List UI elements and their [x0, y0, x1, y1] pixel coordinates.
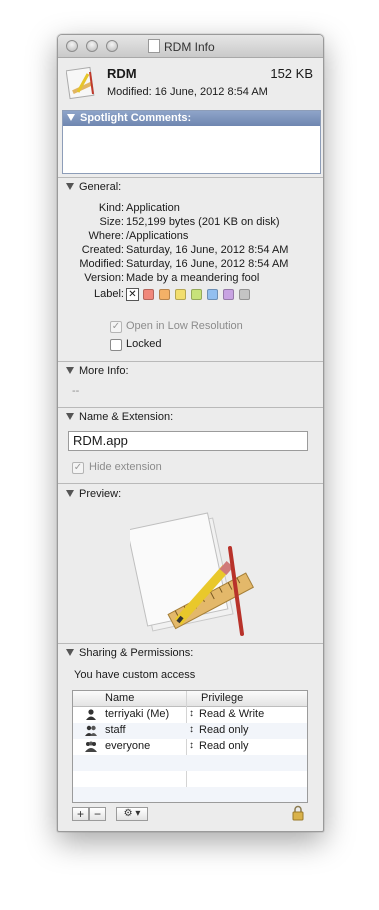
label-key: Label:	[94, 288, 124, 300]
info-window: RDM Info RDM 152 KB Modified: 16 June, 2…	[57, 34, 324, 832]
disclosure-triangle-icon[interactable]	[66, 183, 74, 190]
preview-app-icon	[130, 512, 254, 636]
spotlight-comments-section: Spotlight Comments:	[62, 110, 321, 174]
hide-extension-label: Hide extension	[89, 461, 162, 473]
permission-user-name: staff	[105, 724, 126, 736]
file-size: 152 KB	[270, 66, 313, 81]
window-title: RDM Info	[148, 39, 215, 54]
sharing-section-header[interactable]: Sharing & Permissions:	[66, 647, 193, 659]
locked-label: Locked	[126, 338, 162, 350]
disclosure-triangle-icon[interactable]	[66, 367, 74, 374]
permission-user-name: everyone	[105, 740, 151, 752]
minimize-button[interactable]	[86, 40, 98, 52]
everyone-icon	[85, 741, 97, 752]
more-info-section-header[interactable]: More Info:	[66, 365, 129, 377]
label-color-swatch[interactable]	[191, 289, 202, 300]
remove-button[interactable]: −	[89, 807, 106, 821]
general-row-key: Kind:	[98, 202, 124, 214]
access-status: You have custom access	[74, 669, 196, 681]
disclosure-triangle-icon[interactable]	[66, 490, 74, 497]
general-row: Kind: Application	[58, 202, 323, 215]
column-privilege-header[interactable]: Privilege	[201, 692, 243, 704]
general-row: Created: Saturday, 16 June, 2012 8:54 AM	[58, 244, 323, 257]
action-menu-button[interactable]: ⚙ ▾	[116, 807, 148, 821]
general-row-value: Made by a meandering fool	[126, 272, 260, 284]
label-color-swatch[interactable]	[223, 289, 234, 300]
general-row: Where:/Applications	[58, 230, 323, 243]
general-row-key: Version:	[84, 272, 124, 284]
label-color-swatch[interactable]	[239, 289, 250, 300]
divider	[58, 361, 323, 362]
permission-privilege[interactable]: Read only	[199, 724, 249, 736]
label-color-swatch[interactable]	[175, 289, 186, 300]
privilege-stepper-icon[interactable]: ↕	[189, 740, 194, 751]
general-row-value: Application	[126, 202, 180, 214]
spotlight-comments-header[interactable]: Spotlight Comments:	[63, 111, 320, 126]
label-none-swatch[interactable]: ✕	[126, 288, 139, 301]
divider	[58, 643, 323, 644]
app-document-icon	[66, 66, 95, 100]
label-row: Label: ✕	[58, 288, 323, 301]
privilege-stepper-icon[interactable]: ↕	[189, 708, 194, 719]
permissions-header: Name Privilege	[73, 691, 307, 707]
zoom-button[interactable]	[106, 40, 118, 52]
permission-user-name: terriyaki (Me)	[105, 708, 170, 720]
close-button[interactable]	[66, 40, 78, 52]
file-name: RDM	[107, 66, 137, 81]
empty-row	[73, 771, 307, 787]
permission-privilege[interactable]: Read only	[199, 740, 249, 752]
divider	[58, 177, 323, 178]
permissions-table: Name Privilege terriyaki (Me) ↕ Read & Wri…	[72, 690, 308, 803]
permission-privilege[interactable]: Read & Write	[199, 708, 264, 720]
general-row-value: Saturday, 16 June, 2012 8:54 AM	[126, 244, 289, 256]
general-row-key: Where:	[88, 230, 124, 242]
preview-section-header[interactable]: Preview:	[66, 488, 121, 500]
spotlight-comments-field[interactable]	[63, 126, 320, 172]
disclosure-triangle-icon[interactable]	[66, 413, 74, 420]
empty-row	[73, 787, 307, 802]
permission-row[interactable]: everyone ↕ Read only	[73, 739, 307, 755]
file-header: RDM 152 KB Modified: 16 June, 2012 8:54 …	[58, 58, 323, 108]
locked-checkbox[interactable]	[110, 339, 122, 351]
lock-icon[interactable]	[292, 805, 304, 821]
general-row: Size: 152,199 bytes (201 KB on disk)	[58, 216, 323, 229]
more-info-value: --	[72, 385, 80, 397]
name-extension-field[interactable]: RDM.app	[68, 431, 308, 451]
disclosure-triangle-icon[interactable]	[66, 649, 74, 656]
column-name-header[interactable]: Name	[105, 692, 134, 704]
general-row: Modified: Saturday, 16 June, 2012 8:54 AM	[58, 258, 323, 271]
general-row: Version: Made by a meandering fool	[58, 272, 323, 285]
add-button[interactable]: +	[72, 807, 89, 821]
label-color-swatch[interactable]	[159, 289, 170, 300]
general-row-key: Size:	[99, 216, 124, 228]
label-color-swatch[interactable]	[143, 289, 154, 300]
modified-date: Modified: 16 June, 2012 8:54 AM	[107, 86, 268, 98]
hide-extension-checkbox[interactable]: ✓	[72, 462, 84, 474]
name-extension-section-header[interactable]: Name & Extension:	[66, 411, 173, 423]
low-resolution-label: Open in Low Resolution	[126, 320, 243, 332]
general-row-value: /Applications	[126, 230, 189, 242]
group-icon	[85, 725, 97, 736]
divider	[58, 407, 323, 408]
disclosure-triangle-icon[interactable]	[67, 114, 75, 121]
low-resolution-checkbox[interactable]: ✓	[110, 321, 122, 333]
permission-row[interactable]: staff ↕ Read only	[73, 723, 307, 739]
empty-row	[73, 755, 307, 771]
title-bar: RDM Info	[58, 35, 323, 58]
general-row-value: Saturday, 16 June, 2012 8:54 AM	[126, 258, 289, 270]
general-row-key: Created:	[81, 244, 124, 256]
permission-row[interactable]: terriyaki (Me) ↕ Read & Write	[73, 707, 307, 723]
label-color-swatch[interactable]	[207, 289, 218, 300]
general-section-header[interactable]: General:	[66, 181, 121, 193]
general-row-key: Modified:	[79, 258, 124, 270]
divider	[58, 483, 323, 484]
user-icon	[85, 709, 97, 720]
privilege-stepper-icon[interactable]: ↕	[189, 724, 194, 735]
general-row-value: 152,199 bytes (201 KB on disk)	[126, 216, 280, 228]
document-icon	[148, 39, 160, 53]
